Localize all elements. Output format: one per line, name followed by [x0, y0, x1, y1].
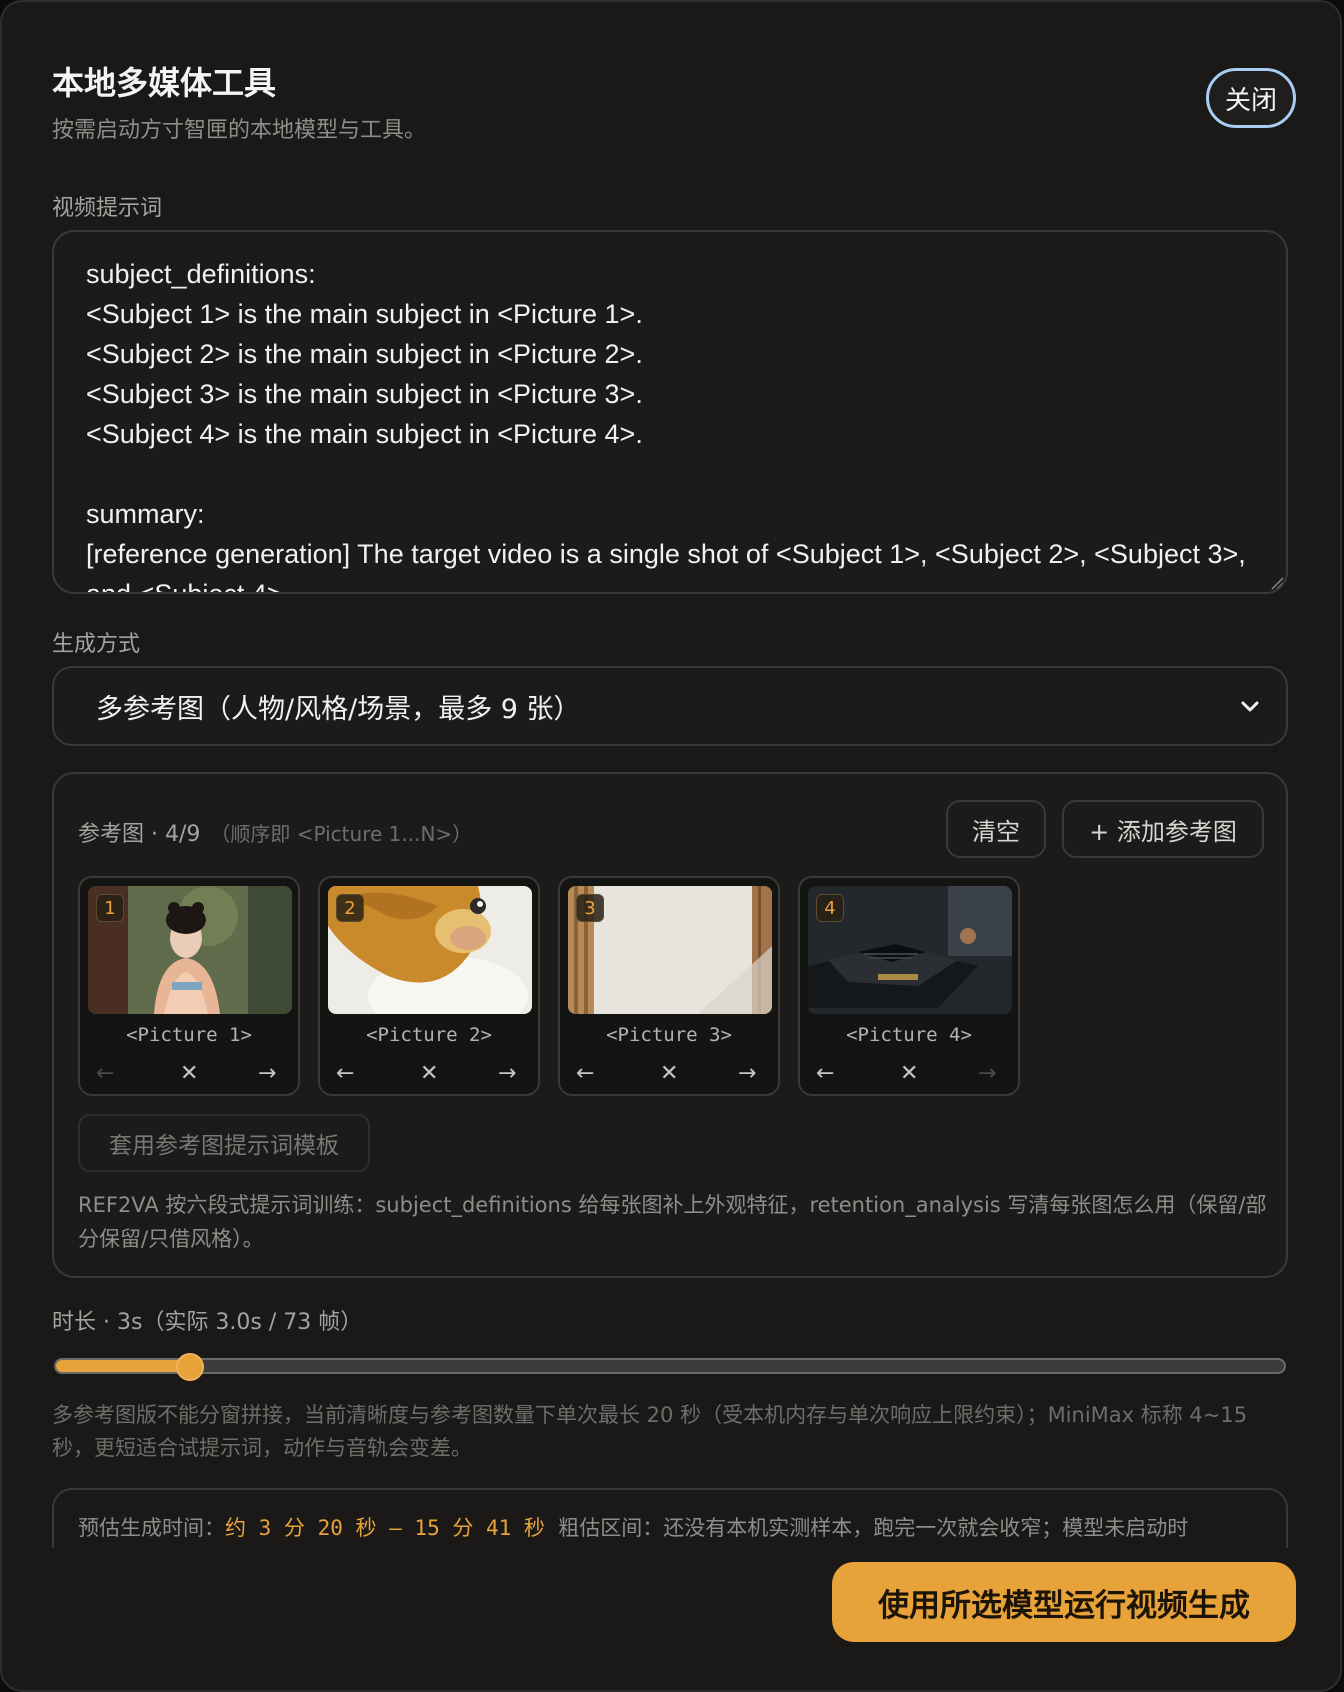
duration-label: 时长 · 3s（实际 3.0s / 73 帧）	[52, 1310, 363, 1335]
reference-image-3: 3	[568, 886, 772, 1014]
duration-description: 多参考图版不能分窗拼接，当前清晰度与参考图数量下单次最长 20 秒（受本机内存与…	[52, 1403, 1248, 1460]
dialog-title: 本地多媒体工具	[52, 64, 277, 102]
remove-icon[interactable]: ✕	[420, 1062, 438, 1086]
mode-selected-value: 多参考图（人物/风格/场景，最多 9 张）	[96, 693, 581, 725]
remove-icon[interactable]: ✕	[660, 1062, 678, 1086]
duration-slider[interactable]	[54, 1358, 1286, 1374]
move-right-icon[interactable]: →	[498, 1062, 516, 1086]
clear-button[interactable]: 清空	[946, 800, 1046, 858]
move-right-icon: →	[978, 1061, 997, 1086]
move-left-icon: ←	[96, 1061, 115, 1086]
reference-card[interactable]: 1 <Picture 1> ← ✕ →	[78, 876, 300, 1096]
reference-hint: （顺序即 <Picture 1...N>）	[210, 822, 473, 846]
reference-description: REF2VA 按六段式提示词训练：subject_definitions 给每张…	[78, 1193, 1267, 1251]
remove-icon[interactable]: ✕	[180, 1062, 198, 1086]
move-right-icon[interactable]: →	[738, 1062, 756, 1086]
run-video-generation-button[interactable]: 使用所选模型运行视频生成	[832, 1562, 1296, 1642]
reference-count: 参考图 · 4/9	[78, 822, 201, 847]
mode-label: 生成方式	[52, 632, 141, 657]
reference-image-4: 4	[808, 886, 1012, 1014]
reference-card[interactable]: 3 <Picture 3> ← ✕ →	[558, 876, 780, 1096]
reference-caption: <Picture 2>	[366, 1024, 492, 1046]
reference-panel: 参考图 · 4/9 （顺序即 <Picture 1...N>） 清空 + 添加参考…	[52, 772, 1288, 1278]
reference-badge: 3	[576, 894, 604, 922]
move-left-icon[interactable]: ←	[816, 1062, 834, 1086]
multimedia-dialog: 本地多媒体工具 按需启动方寸智匣的本地模型与工具。 关闭 视频提示词 subje…	[0, 0, 1342, 1692]
reference-actions: ← ✕ →	[560, 1062, 778, 1086]
move-left-icon[interactable]: ←	[576, 1062, 594, 1086]
reference-caption: <Picture 3>	[606, 1024, 732, 1046]
prompt-textarea[interactable]: subject_definitions: <Subject 1> is the …	[52, 230, 1288, 594]
estimate-prefix: 预估生成时间：	[78, 1516, 225, 1540]
reference-actions: ← ✕ →	[80, 1062, 298, 1086]
dialog-subtitle: 按需启动方寸智匣的本地模型与工具。	[52, 118, 427, 143]
mode-select[interactable]: 多参考图（人物/风格/场景，最多 9 张）	[52, 666, 1288, 746]
slider-thumb[interactable]	[175, 1353, 204, 1381]
reference-caption: <Picture 1>	[126, 1024, 252, 1046]
close-button[interactable]: 关闭	[1206, 68, 1296, 128]
resize-grip-icon[interactable]	[1268, 574, 1284, 590]
reference-actions: ← ✕ →	[320, 1062, 538, 1086]
reference-caption: <Picture 4>	[846, 1024, 972, 1046]
chevron-down-icon	[1241, 701, 1259, 712]
estimate-range: 约 3 分 20 秒 – 15 分 41 秒	[225, 1516, 545, 1540]
reference-card[interactable]: 4 <Picture 4> ← ✕ →	[798, 876, 1020, 1096]
reference-image-2: 2	[328, 886, 532, 1014]
prompt-text: subject_definitions: <Subject 1> is the …	[86, 259, 1246, 594]
remove-icon[interactable]: ✕	[900, 1062, 918, 1086]
reference-header: 参考图 · 4/9 （顺序即 <Picture 1...N>）	[78, 816, 472, 848]
slider-fill	[56, 1360, 192, 1372]
add-reference-button[interactable]: + 添加参考图	[1062, 800, 1264, 858]
reference-badge: 2	[336, 894, 364, 922]
apply-template-button[interactable]: 套用参考图提示词模板	[78, 1114, 370, 1172]
move-right-icon[interactable]: →	[258, 1062, 276, 1086]
prompt-label: 视频提示词	[52, 196, 163, 221]
reference-card[interactable]: 2 <Picture 2> ← ✕ →	[318, 876, 540, 1096]
reference-badge: 1	[96, 894, 124, 922]
reference-image-1: 1	[88, 886, 292, 1014]
estimate-suffix: 粗估区间：还没有本机实测样本，跑完一次就会收窄；模型未启动时	[558, 1516, 1189, 1540]
move-left-icon[interactable]: ←	[336, 1062, 354, 1086]
estimate-panel: 预估生成时间：约 3 分 20 秒 – 15 分 41 秒 粗估区间：还没有本机…	[52, 1488, 1288, 1548]
reference-badge: 4	[816, 894, 844, 922]
estimate-text: 预估生成时间：约 3 分 20 秒 – 15 分 41 秒 粗估区间：还没有本机…	[78, 1512, 1188, 1542]
reference-actions: ← ✕ →	[800, 1062, 1018, 1086]
